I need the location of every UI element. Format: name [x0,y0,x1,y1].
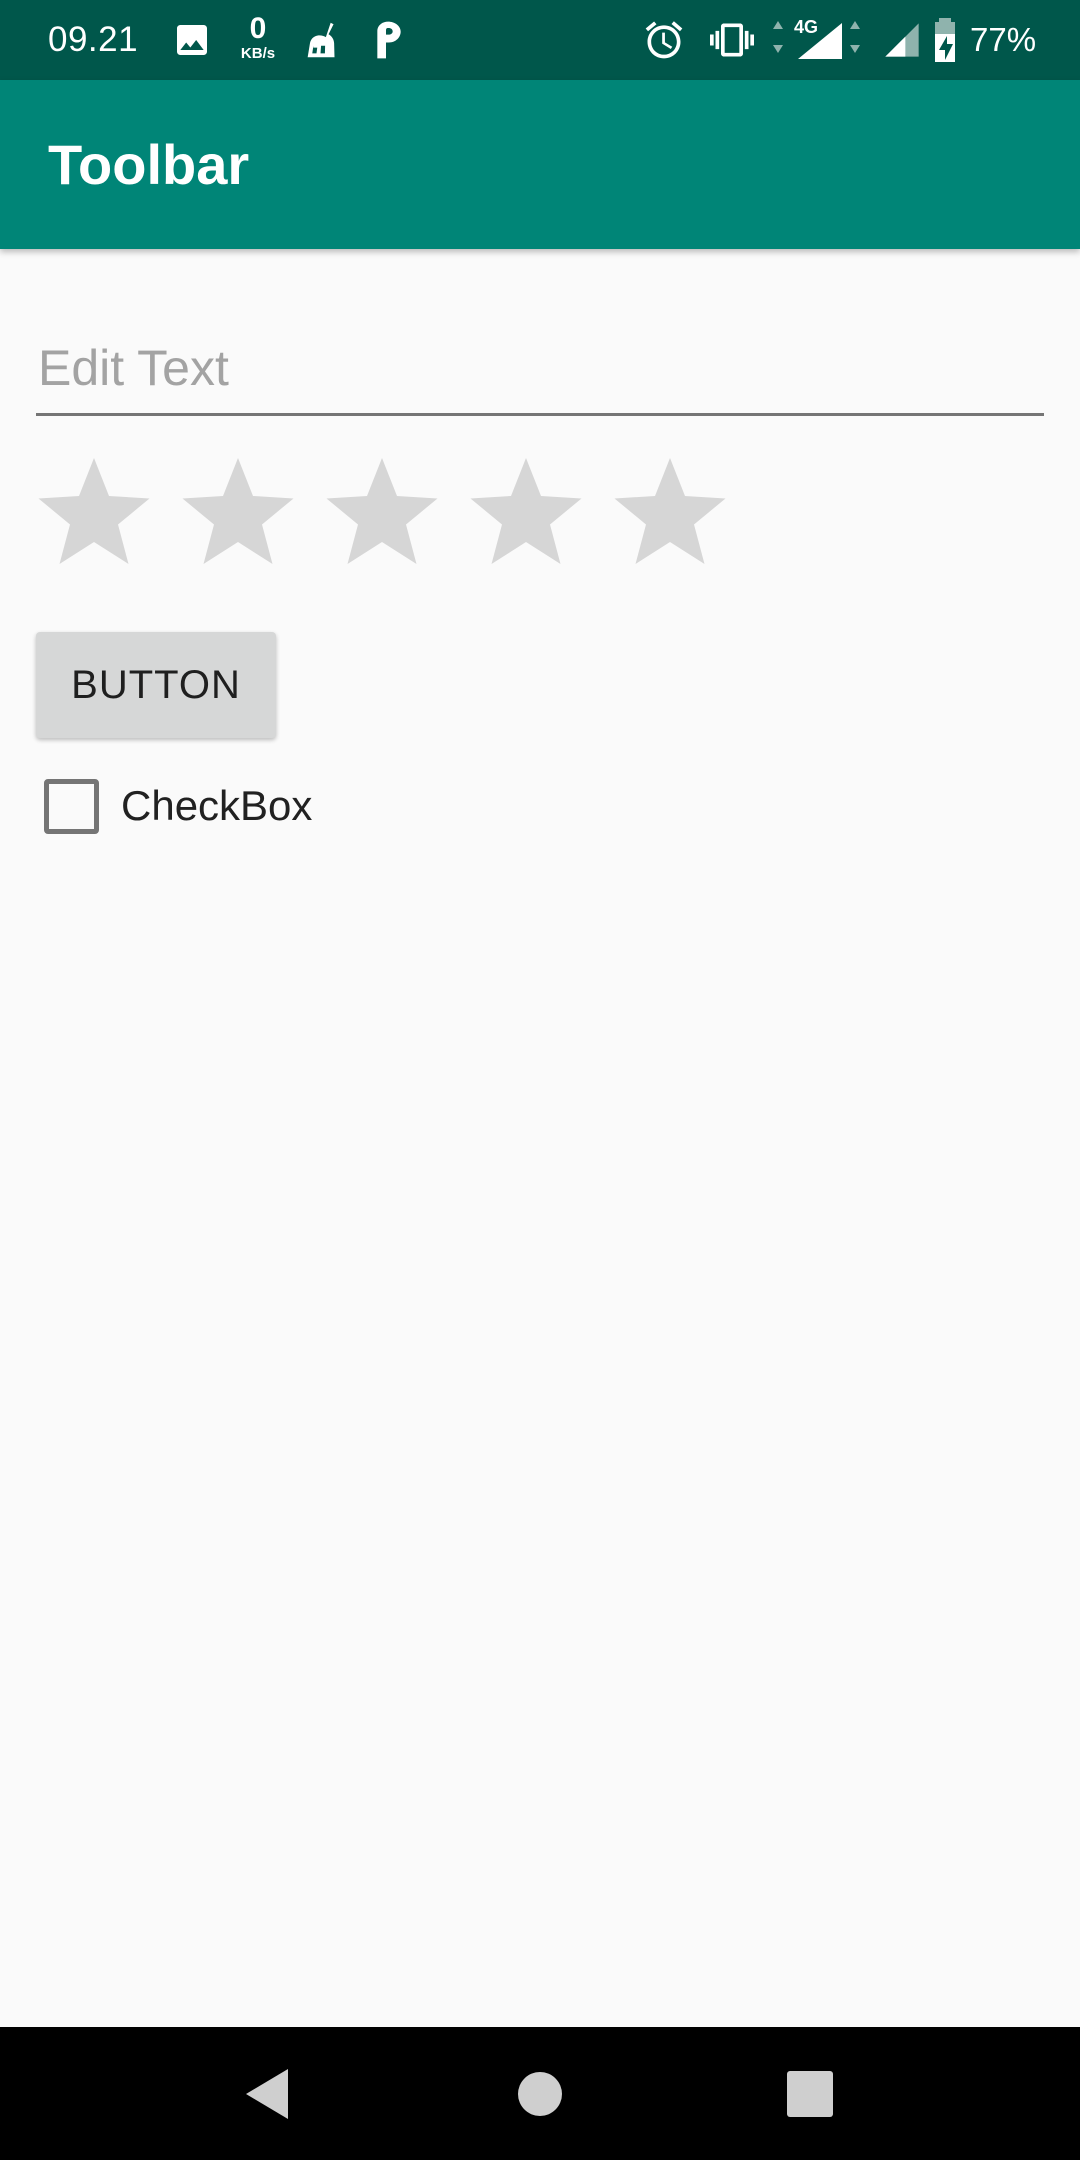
navigation-bar [0,2027,1080,2160]
signal-4g-icon: 4G [770,0,866,80]
status-bar: 09.21 0 KB/s 4G 77% [0,0,1080,80]
star-icon-5[interactable] [610,452,730,572]
cleaner-icon [300,0,346,80]
toolbar-title: Toolbar [48,133,250,196]
checkbox-row[interactable]: CheckBox [44,776,312,836]
status-time: 09.21 [48,20,139,59]
net-speed-value: 0 [249,12,267,45]
star-icon-2[interactable] [178,452,298,572]
main-button[interactable]: BUTTON [36,632,276,738]
battery-charging-icon [928,0,962,80]
star-icon-3[interactable] [322,452,442,572]
home-icon[interactable] [480,2027,600,2160]
net-speed-unit: KB/s [240,45,276,62]
recents-icon[interactable] [750,2027,870,2160]
image-icon [172,0,212,80]
edit-text-field[interactable] [36,330,1044,416]
toolbar: Toolbar [0,80,1080,249]
net-speed-indicator: 0 KB/s [234,12,282,62]
network-type: 4G [794,17,818,37]
back-icon[interactable] [207,2027,327,2160]
checkbox-box[interactable] [44,778,99,834]
star-icon-4[interactable] [466,452,586,572]
alarm-icon [642,0,686,80]
rating-bar[interactable] [34,452,730,572]
vibrate-icon [706,0,758,80]
star-icon-1[interactable] [34,452,154,572]
p-app-icon [372,0,406,80]
checkbox-label[interactable]: CheckBox [121,782,312,830]
signal-icon [882,0,922,80]
battery-percent: 77% [970,21,1037,58]
